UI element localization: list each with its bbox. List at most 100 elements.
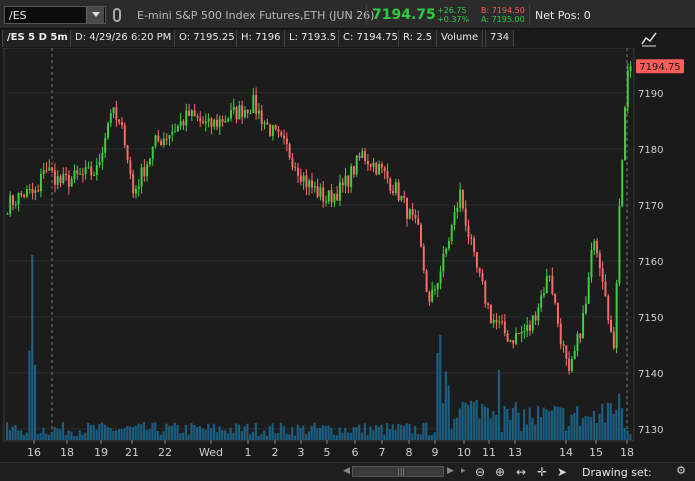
volume-bar [416, 433, 420, 440]
volume-bar [556, 406, 559, 440]
volume-bar [235, 423, 238, 440]
bid-price: B: 7194.50 [481, 6, 525, 15]
time-tick-label: 16 [27, 446, 41, 459]
candle-body [478, 267, 481, 273]
volume-bar [296, 424, 299, 440]
volume-bar [109, 427, 112, 440]
volume-bar [374, 424, 378, 440]
link-icon[interactable] [113, 8, 121, 22]
candle-body [120, 122, 123, 126]
volume-bar [433, 432, 436, 440]
time-tick-label: 13 [508, 446, 522, 459]
volume-bar [400, 424, 403, 440]
drawing-tool-icon[interactable] [640, 30, 658, 48]
volume-bar [578, 425, 582, 440]
volume-bar [514, 402, 517, 440]
volume-bar [324, 426, 327, 440]
time-scrollbar[interactable]: ||| [352, 466, 444, 477]
volume-bar [237, 424, 241, 440]
candle-body [406, 197, 409, 219]
volume-bar [483, 406, 487, 440]
candle-body [238, 105, 241, 120]
time-tick-label: 10 [457, 446, 471, 459]
volume-bar [251, 431, 255, 440]
volume-bar [148, 429, 151, 440]
candle-body [210, 118, 213, 127]
scroll-left-icon[interactable]: ◀ [343, 466, 350, 476]
volume-bar [310, 425, 313, 440]
volume-bar [67, 430, 70, 440]
pan-icon[interactable]: ↔ [513, 464, 529, 480]
time-axis[interactable]: 16 18 19 21 22 Wed 1 2 3 5 6 7 8 9 10 11 13 14 15 18 [27, 440, 634, 459]
candle-body [537, 307, 540, 321]
volume-bar [17, 430, 20, 440]
candle-body [148, 158, 151, 165]
candle-body [227, 118, 230, 122]
net-position: Net Pos: 0 [535, 9, 591, 22]
volume-bar [542, 407, 545, 440]
volume-bar [531, 418, 534, 440]
symbol-dropdown-button[interactable] [86, 7, 104, 23]
candle-body [333, 193, 336, 203]
volume-bar [226, 433, 229, 440]
scroll-right-icon[interactable]: ▶ [447, 466, 454, 476]
candle-body [596, 241, 599, 254]
volume-bar [45, 433, 48, 440]
volume-bar [576, 406, 579, 440]
candle-body [132, 173, 135, 194]
volume-bar [562, 408, 565, 440]
volume-bar [383, 434, 386, 440]
candle-body [199, 117, 202, 122]
volume-bar [198, 426, 202, 440]
volume-bar [64, 434, 67, 440]
settings-icon[interactable]: ⚙ [672, 464, 690, 480]
volume-bar [467, 404, 470, 440]
time-tick-label: 2 [272, 446, 279, 459]
candle-body [540, 295, 543, 308]
candle-body [190, 110, 193, 116]
candle-body [179, 121, 182, 126]
candle-body [154, 135, 157, 147]
volume-bar [461, 401, 464, 440]
volume-bar [464, 402, 467, 440]
candle-body [601, 268, 604, 282]
candle-body [162, 138, 165, 145]
candle-body [140, 167, 143, 187]
volume-bar [592, 410, 596, 440]
candle-body [330, 190, 333, 203]
volume-bar [584, 415, 587, 440]
crosshair-icon[interactable]: ✛ [534, 464, 550, 480]
timeframe-label[interactable]: /ES 5 D 5m [2, 30, 73, 47]
zoom-in-icon[interactable]: ⊕ [492, 464, 508, 480]
volume-bar [447, 385, 450, 440]
candle-body [305, 175, 308, 188]
candle-body [269, 124, 272, 137]
price-chart[interactable]: 7190 7180 7170 7160 7150 7140 7130 16 18 19 21 22 W… [0, 48, 695, 462]
price-axis[interactable]: 7190 7180 7170 7160 7150 7140 7130 [638, 89, 663, 436]
candle-body [464, 208, 467, 226]
candle-body [104, 137, 107, 153]
cursor-icon[interactable]: ➤ [554, 464, 570, 480]
volume-bar [441, 403, 445, 440]
candle-body [213, 119, 216, 127]
candle-body [420, 224, 422, 247]
scroll-end-icon[interactable]: ▸ [461, 466, 466, 476]
high-value: H: 7196 [236, 30, 286, 47]
candle-body [93, 175, 96, 177]
time-tick-label: 11 [482, 446, 496, 459]
candle-body [313, 186, 316, 188]
candle-body [369, 164, 372, 167]
volume-bar [355, 427, 358, 440]
volume-bar [564, 430, 568, 440]
chart-canvas[interactable]: 7190718071707160715071407130 16 18 19 21 22 W… [0, 48, 695, 462]
candle-body [51, 167, 54, 171]
candle-body [112, 107, 115, 114]
header-divider [529, 5, 530, 25]
volume-bar [341, 432, 344, 440]
zoom-out-icon[interactable]: ⊖ [472, 464, 488, 480]
price-tick-label: 7130 [638, 425, 663, 436]
candle-body [299, 175, 302, 182]
candle-body [171, 131, 174, 136]
volume-bar [39, 433, 42, 440]
candle-body [512, 340, 515, 344]
